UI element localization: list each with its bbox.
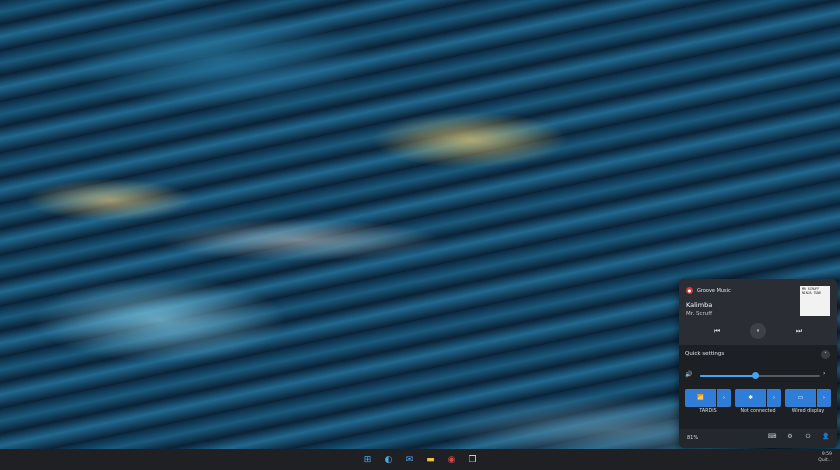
- track-title: Kalimba: [686, 301, 713, 309]
- wifi-tile[interactable]: 📶 ›: [685, 389, 731, 407]
- wifi-icon[interactable]: 📶: [685, 389, 716, 407]
- system-clock[interactable]: 9:59 Quit...: [818, 452, 832, 464]
- footer-icon-row: ⌨ ⚙ ⏻ 👤: [767, 433, 831, 441]
- cast-tile-label: Wired display: [791, 409, 825, 414]
- power-icon[interactable]: ⏻: [803, 433, 813, 441]
- quick-settings-header: Quick settings: [685, 351, 725, 357]
- next-track-button[interactable]: ⏭: [792, 324, 806, 338]
- wifi-chevron-right-icon[interactable]: ›: [717, 389, 731, 407]
- collapse-chevron-up-icon[interactable]: ˄: [821, 350, 830, 359]
- groove-music-icon: ●: [686, 287, 693, 294]
- taskbar: ⊞ ◐ ✉ ▬ ◉ ❐ 9:59 Quit...: [0, 449, 840, 470]
- album-art: MR SCRUFF NINJA TUNE: [800, 286, 830, 316]
- bluetooth-icon[interactable]: ✱: [735, 389, 766, 407]
- volume-icon[interactable]: 🔊: [685, 371, 692, 378]
- bluetooth-tile[interactable]: ✱ ›: [735, 389, 781, 407]
- media-app-row: ● Groove Music: [686, 287, 731, 294]
- cast-icon[interactable]: ▭: [785, 389, 816, 407]
- bluetooth-chevron-right-icon[interactable]: ›: [767, 389, 781, 407]
- cast-tile[interactable]: ▭ ›: [785, 389, 831, 407]
- volume-chevron-right-icon[interactable]: ›: [823, 370, 825, 377]
- pause-button[interactable]: ⏸: [750, 323, 766, 339]
- track-artist: Mr. Scruff: [686, 311, 713, 317]
- taskbar-pinned-apps: ⊞ ◐ ✉ ▬ ◉ ❐: [360, 452, 480, 467]
- volume-slider[interactable]: [700, 372, 820, 379]
- start-icon[interactable]: ⊞: [360, 452, 375, 467]
- album-art-text: MR SCRUFF NINJA TUNE: [802, 287, 822, 295]
- clock-date: Quit...: [818, 458, 832, 463]
- media-controls-card: ● Groove Music Kalimba Mr. Scruff MR SCR…: [679, 279, 837, 345]
- battery-percentage[interactable]: 81%: [687, 435, 698, 441]
- quick-settings-flyout: ● Groove Music Kalimba Mr. Scruff MR SCR…: [679, 279, 837, 448]
- edge-icon[interactable]: ◐: [381, 452, 396, 467]
- quick-settings-footer: 81% ⌨ ⚙ ⏻ 👤: [679, 429, 837, 448]
- previous-track-button[interactable]: ⏮: [710, 324, 724, 338]
- volume-slider-fill: [700, 375, 756, 377]
- wifi-tile-label: TARDIS: [699, 409, 717, 414]
- keyboard-icon[interactable]: ⌨: [767, 433, 777, 441]
- cast-chevron-right-icon[interactable]: ›: [817, 389, 831, 407]
- playback-controls: ⏮ ⏸ ⏭: [679, 321, 837, 341]
- settings-gear-icon[interactable]: ⚙: [785, 433, 795, 441]
- user-account-icon[interactable]: 👤: [821, 433, 831, 441]
- volume-slider-thumb[interactable]: [751, 372, 759, 379]
- mail-icon[interactable]: ✉: [402, 452, 417, 467]
- bluetooth-tile-label: Not connected: [740, 409, 776, 414]
- media-app-name: Groove Music: [697, 287, 731, 294]
- task-view-icon[interactable]: ❐: [465, 452, 480, 467]
- file-explorer-icon[interactable]: ▬: [423, 452, 438, 467]
- groove-music-icon[interactable]: ◉: [444, 452, 459, 467]
